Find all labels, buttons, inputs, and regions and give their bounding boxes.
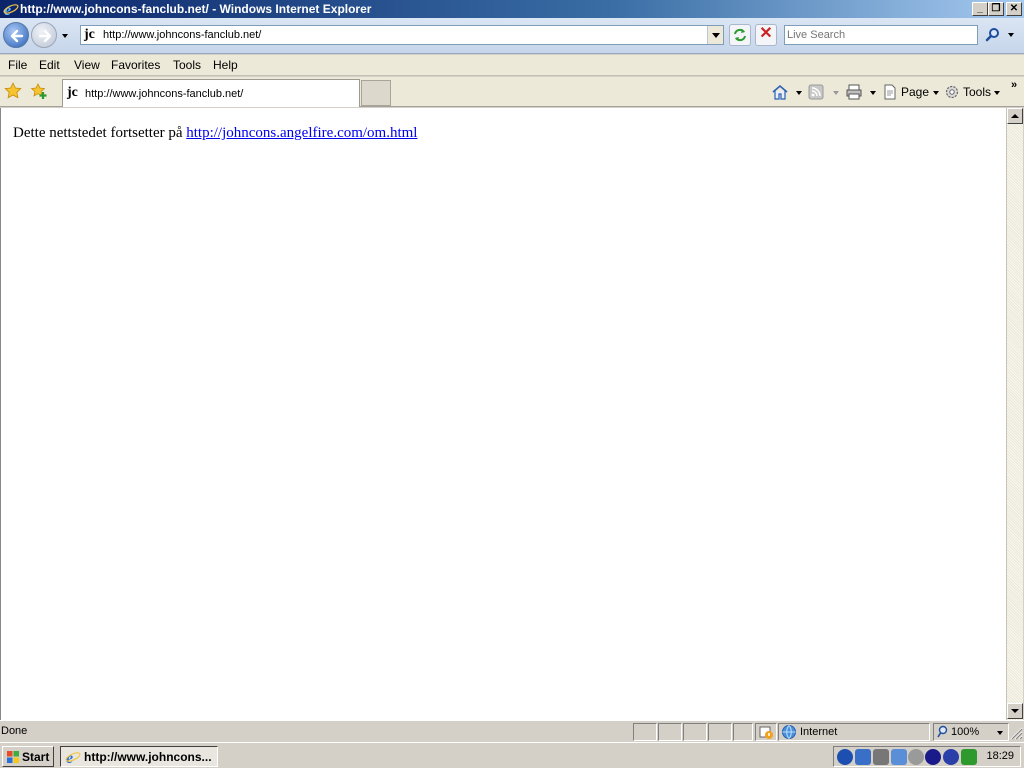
ie-taskbar-icon: e xyxy=(65,750,81,765)
title-bar[interactable]: e http://www.johncons-fanclub.net/ - Win… xyxy=(0,0,1024,18)
status-cell xyxy=(733,723,753,741)
scroll-down-button[interactable] xyxy=(1007,703,1023,719)
page-content: Dette nettstedet fortsetter på http://jo… xyxy=(13,125,417,142)
refresh-icon xyxy=(734,28,746,42)
zoom-level: 100% xyxy=(951,726,980,738)
recent-pages-dropdown-icon[interactable] xyxy=(60,31,70,41)
refresh-button[interactable] xyxy=(729,24,751,46)
stop-x-icon: ✕ xyxy=(759,25,773,42)
taskbar-clock[interactable]: 18:29 xyxy=(986,750,1014,762)
start-label: Start xyxy=(22,750,50,764)
feeds-dropdown-icon[interactable] xyxy=(833,91,839,95)
status-cell xyxy=(708,723,732,741)
menu-tools[interactable]: Tools xyxy=(173,58,201,72)
tab-bar: jc http://www.johncons-fanclub.net/ Page… xyxy=(0,77,1024,107)
menu-edit[interactable]: Edit xyxy=(39,58,60,72)
restore-button[interactable]: ❐ xyxy=(988,2,1004,16)
taskbar-window-label: http://www.johncons... xyxy=(84,750,212,764)
window-title: http://www.johncons-fanclub.net/ - Windo… xyxy=(20,2,372,16)
status-cell xyxy=(633,723,657,741)
stop-button[interactable]: ✕ xyxy=(755,24,777,46)
address-field[interactable]: jc http://www.johncons-fanclub.net/ xyxy=(80,25,724,45)
start-button[interactable]: Start xyxy=(2,746,54,767)
forward-arrow-icon xyxy=(38,29,52,43)
close-window-button[interactable]: ✕ xyxy=(1006,2,1022,16)
site-favicon-icon: jc xyxy=(84,27,95,42)
popup-blocker-cell[interactable] xyxy=(755,723,777,741)
gear-icon xyxy=(945,85,959,99)
tools-menu-label: Tools xyxy=(963,85,992,99)
search-options-dropdown-icon[interactable] xyxy=(1006,30,1016,40)
tab-active[interactable]: jc http://www.johncons-fanclub.net/ xyxy=(62,79,360,107)
magnifier-icon xyxy=(985,28,999,42)
zoom-dropdown-icon xyxy=(997,731,1003,735)
search-box[interactable] xyxy=(784,25,978,45)
address-url[interactable]: http://www.johncons-fanclub.net/ xyxy=(103,29,261,41)
security-zone[interactable]: Internet xyxy=(778,723,930,741)
connection-tray-icon[interactable] xyxy=(961,749,977,765)
page-viewport: Dette nettstedet fortsetter på http://jo… xyxy=(0,108,1007,720)
feeds-icon[interactable] xyxy=(807,83,825,101)
status-cell xyxy=(658,723,682,741)
print-icon[interactable] xyxy=(845,83,863,101)
chevron-overflow-icon[interactable]: » xyxy=(1011,79,1017,91)
windows-logo-icon xyxy=(7,751,19,763)
clock-tray-icon[interactable] xyxy=(943,749,959,765)
media-tray-icon[interactable] xyxy=(908,749,924,765)
home-dropdown-icon[interactable] xyxy=(796,91,802,95)
taskbar-ie-window[interactable]: e http://www.johncons... xyxy=(60,746,218,767)
chevron-down-icon xyxy=(712,33,720,38)
tools-dropdown-icon xyxy=(994,91,1000,95)
status-text: Done xyxy=(1,725,28,737)
scroll-up-button[interactable] xyxy=(1007,108,1023,124)
sync-tray-icon[interactable] xyxy=(891,749,907,765)
continuation-link[interactable]: http://johncons.angelfire.com/om.html xyxy=(186,125,417,141)
globe-icon xyxy=(782,725,796,739)
system-tray: 18:29 xyxy=(833,746,1021,767)
arrow-down-icon xyxy=(1011,709,1019,713)
arrow-up-icon xyxy=(1011,114,1019,118)
status-bar: Done Internet 100% xyxy=(0,720,1024,742)
search-input[interactable] xyxy=(787,28,973,42)
content-text: Dette nettstedet fortsetter på xyxy=(13,125,187,141)
status-cell xyxy=(683,723,707,741)
tools-menu-button[interactable]: Tools xyxy=(943,83,1003,101)
update-tray-icon[interactable] xyxy=(925,749,941,765)
menu-favorites[interactable]: Favorites xyxy=(111,58,160,72)
print-dropdown-icon[interactable] xyxy=(870,91,876,95)
favorites-star-icon[interactable] xyxy=(4,82,22,100)
zoom-control[interactable]: 100% xyxy=(933,723,1009,741)
zone-label: Internet xyxy=(800,726,838,738)
page-dropdown-icon xyxy=(933,91,939,95)
protected-mode-icon xyxy=(759,726,773,739)
display-tray-icon[interactable] xyxy=(855,749,871,765)
tab-title: http://www.johncons-fanclub.net/ xyxy=(85,88,244,100)
menu-view[interactable]: View xyxy=(74,58,100,72)
page-menu-label: Page xyxy=(901,85,930,99)
navigation-bar: jc http://www.johncons-fanclub.net/ ✕ xyxy=(0,18,1024,54)
back-arrow-icon xyxy=(10,29,24,43)
tab-favicon-icon: jc xyxy=(67,85,78,100)
home-icon[interactable] xyxy=(770,83,790,101)
menu-bar: File Edit View Favorites Tools Help xyxy=(0,55,1024,76)
address-dropdown-button[interactable] xyxy=(707,26,723,44)
add-favorites-icon[interactable] xyxy=(30,82,48,100)
page-icon xyxy=(884,84,896,100)
forward-button[interactable] xyxy=(31,22,57,48)
new-tab-button[interactable] xyxy=(361,80,391,106)
wireless-tray-icon[interactable] xyxy=(873,749,889,765)
search-button[interactable] xyxy=(982,25,1004,45)
minimize-button[interactable]: _ xyxy=(972,2,988,16)
page-menu-button[interactable]: Page xyxy=(881,83,939,101)
ie-logo-icon: e xyxy=(3,2,19,17)
menu-file[interactable]: File xyxy=(8,58,27,72)
menu-help[interactable]: Help xyxy=(213,58,238,72)
vertical-scrollbar[interactable] xyxy=(1006,108,1023,720)
taskbar: Start e http://www.johncons... 18:29 xyxy=(0,742,1024,768)
network-tray-icon[interactable] xyxy=(837,749,853,765)
resize-grip-icon[interactable] xyxy=(1010,727,1023,740)
zoom-icon xyxy=(937,725,948,738)
back-button[interactable] xyxy=(3,22,29,48)
